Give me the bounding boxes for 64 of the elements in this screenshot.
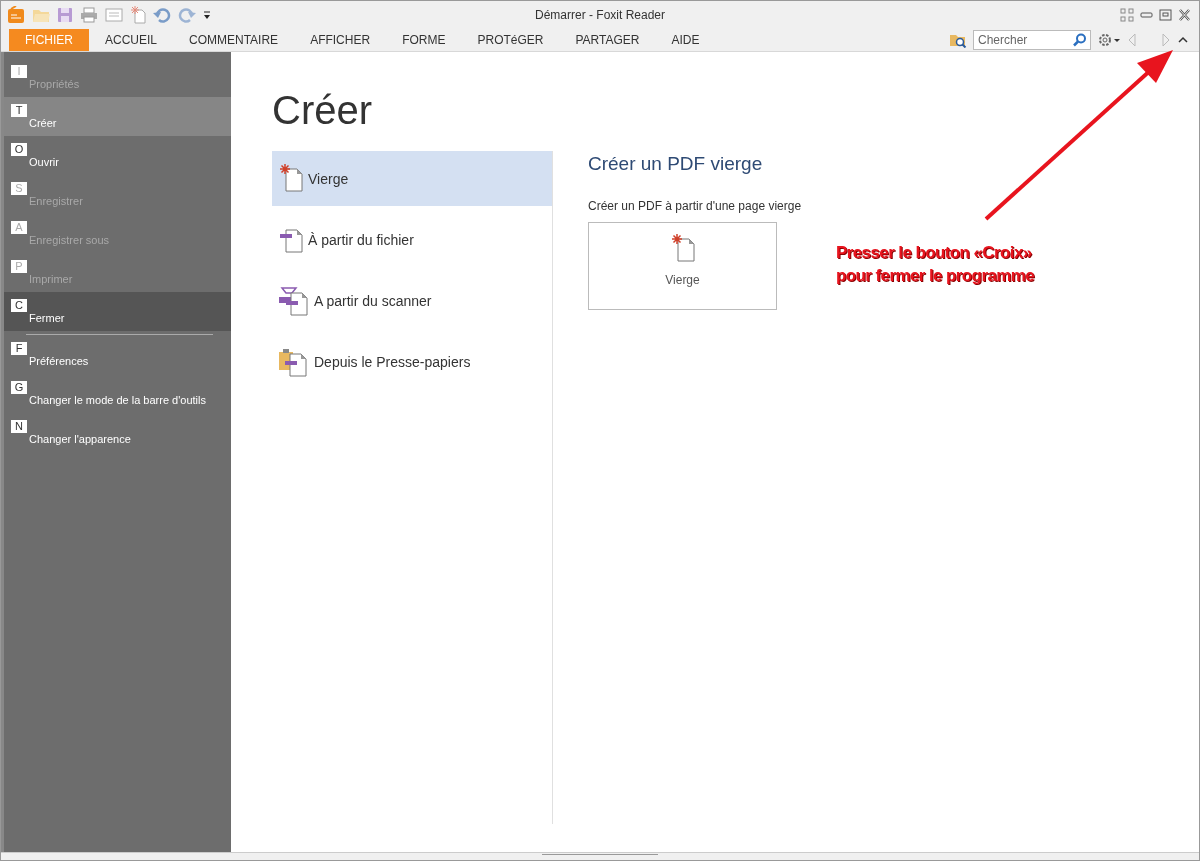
sidebar-item[interactable]: O Ouvrir	[4, 136, 231, 175]
shortcut-key-badge: N	[11, 420, 27, 433]
undo-icon[interactable]	[153, 7, 171, 23]
search-icon[interactable]	[1073, 33, 1087, 47]
sidebar-item-label: Fermer	[29, 312, 65, 324]
page-title: Créer	[272, 88, 373, 132]
shortcut-key-badge: O	[11, 143, 27, 156]
search-field[interactable]: Chercher	[973, 30, 1091, 50]
shortcut-key-badge: A	[11, 221, 27, 234]
tile-label: Vierge	[665, 273, 700, 287]
sidebar-item[interactable]: C Fermer	[4, 292, 231, 331]
menu-tab[interactable]: ACCUEIL	[89, 29, 173, 51]
sidebar-item-label: Enregistrer	[29, 195, 83, 207]
annotation-text: Presser le bouton «Croix»	[836, 242, 1033, 264]
shortcut-key-badge: G	[11, 381, 27, 394]
sidebar-item[interactable]: G Changer le mode de la barre d'outils	[4, 374, 231, 413]
sidebar-item-label: Créer	[29, 117, 57, 129]
fullscreen-icon[interactable]	[1120, 8, 1134, 22]
menu-tab[interactable]: FORME	[386, 29, 462, 51]
sidebar-item-label: Ouvrir	[29, 156, 59, 168]
left-arrow-icon[interactable]	[1127, 32, 1137, 48]
blank-page-icon	[669, 233, 696, 265]
shortcut-key-badge: S	[11, 182, 27, 195]
print-icon[interactable]	[80, 7, 98, 23]
redo-icon[interactable]	[178, 7, 196, 23]
sidebar-item-label: Imprimer	[29, 273, 73, 285]
menu-tab[interactable]: COMMENTAIRE	[173, 29, 295, 51]
create-option[interactable]: A partir du scanner	[272, 273, 552, 328]
blank-page-icon	[278, 162, 304, 195]
create-option[interactable]: À partir du fichier	[272, 212, 552, 267]
sidebar-item-label: Changer le mode de la barre d'outils	[29, 394, 206, 406]
create-option[interactable]: Vierge	[272, 151, 552, 206]
sidebar-item-label: Propriétés	[29, 78, 80, 90]
sidebar-item[interactable]: T Créer	[4, 97, 231, 136]
menu-tab[interactable]: AFFICHER	[294, 29, 387, 51]
sidebar-item-label: Changer l'apparence	[29, 433, 131, 445]
annotation-text: pour fermer le programme	[836, 265, 1035, 287]
sidebar-item-label: Préférences	[29, 355, 89, 367]
folder-search-icon[interactable]	[949, 32, 967, 48]
shortcut-key-badge: F	[11, 342, 27, 355]
scanner-icon	[278, 284, 310, 317]
maximize-icon[interactable]	[1159, 9, 1172, 21]
document-icon[interactable]	[105, 7, 123, 23]
menu-tab[interactable]: PROTéGER	[461, 29, 560, 51]
blank-pdf-tile[interactable]: Vierge	[588, 222, 777, 310]
save-icon[interactable]	[57, 7, 73, 23]
app-logo-icon[interactable]	[7, 6, 25, 24]
menu-tab[interactable]: PARTAGER	[559, 29, 656, 51]
sidebar-item[interactable]: N Changer l'apparence	[4, 413, 231, 452]
new-page-icon[interactable]	[130, 6, 146, 24]
shortcut-key-badge: P	[11, 260, 27, 273]
window-title: Démarrer - Foxit Reader	[535, 8, 665, 22]
minimize-icon[interactable]	[1140, 9, 1153, 21]
sidebar-item[interactable]: F Préférences	[4, 335, 231, 374]
close-icon[interactable]	[1178, 9, 1191, 21]
customize-caret-icon[interactable]	[203, 10, 211, 20]
right-arrow-icon[interactable]	[1161, 32, 1171, 48]
create-option[interactable]: Depuis le Presse-papiers	[272, 334, 552, 389]
shortcut-key-badge: C	[11, 299, 27, 312]
shortcut-key-badge: T	[11, 104, 27, 117]
section-heading: Créer un PDF vierge	[588, 153, 763, 175]
menu-tab[interactable]: AIDE	[655, 29, 716, 51]
description-text: Créer un PDF à partir d'une page vierge	[588, 199, 802, 213]
gear-caret-icon[interactable]	[1097, 32, 1121, 48]
